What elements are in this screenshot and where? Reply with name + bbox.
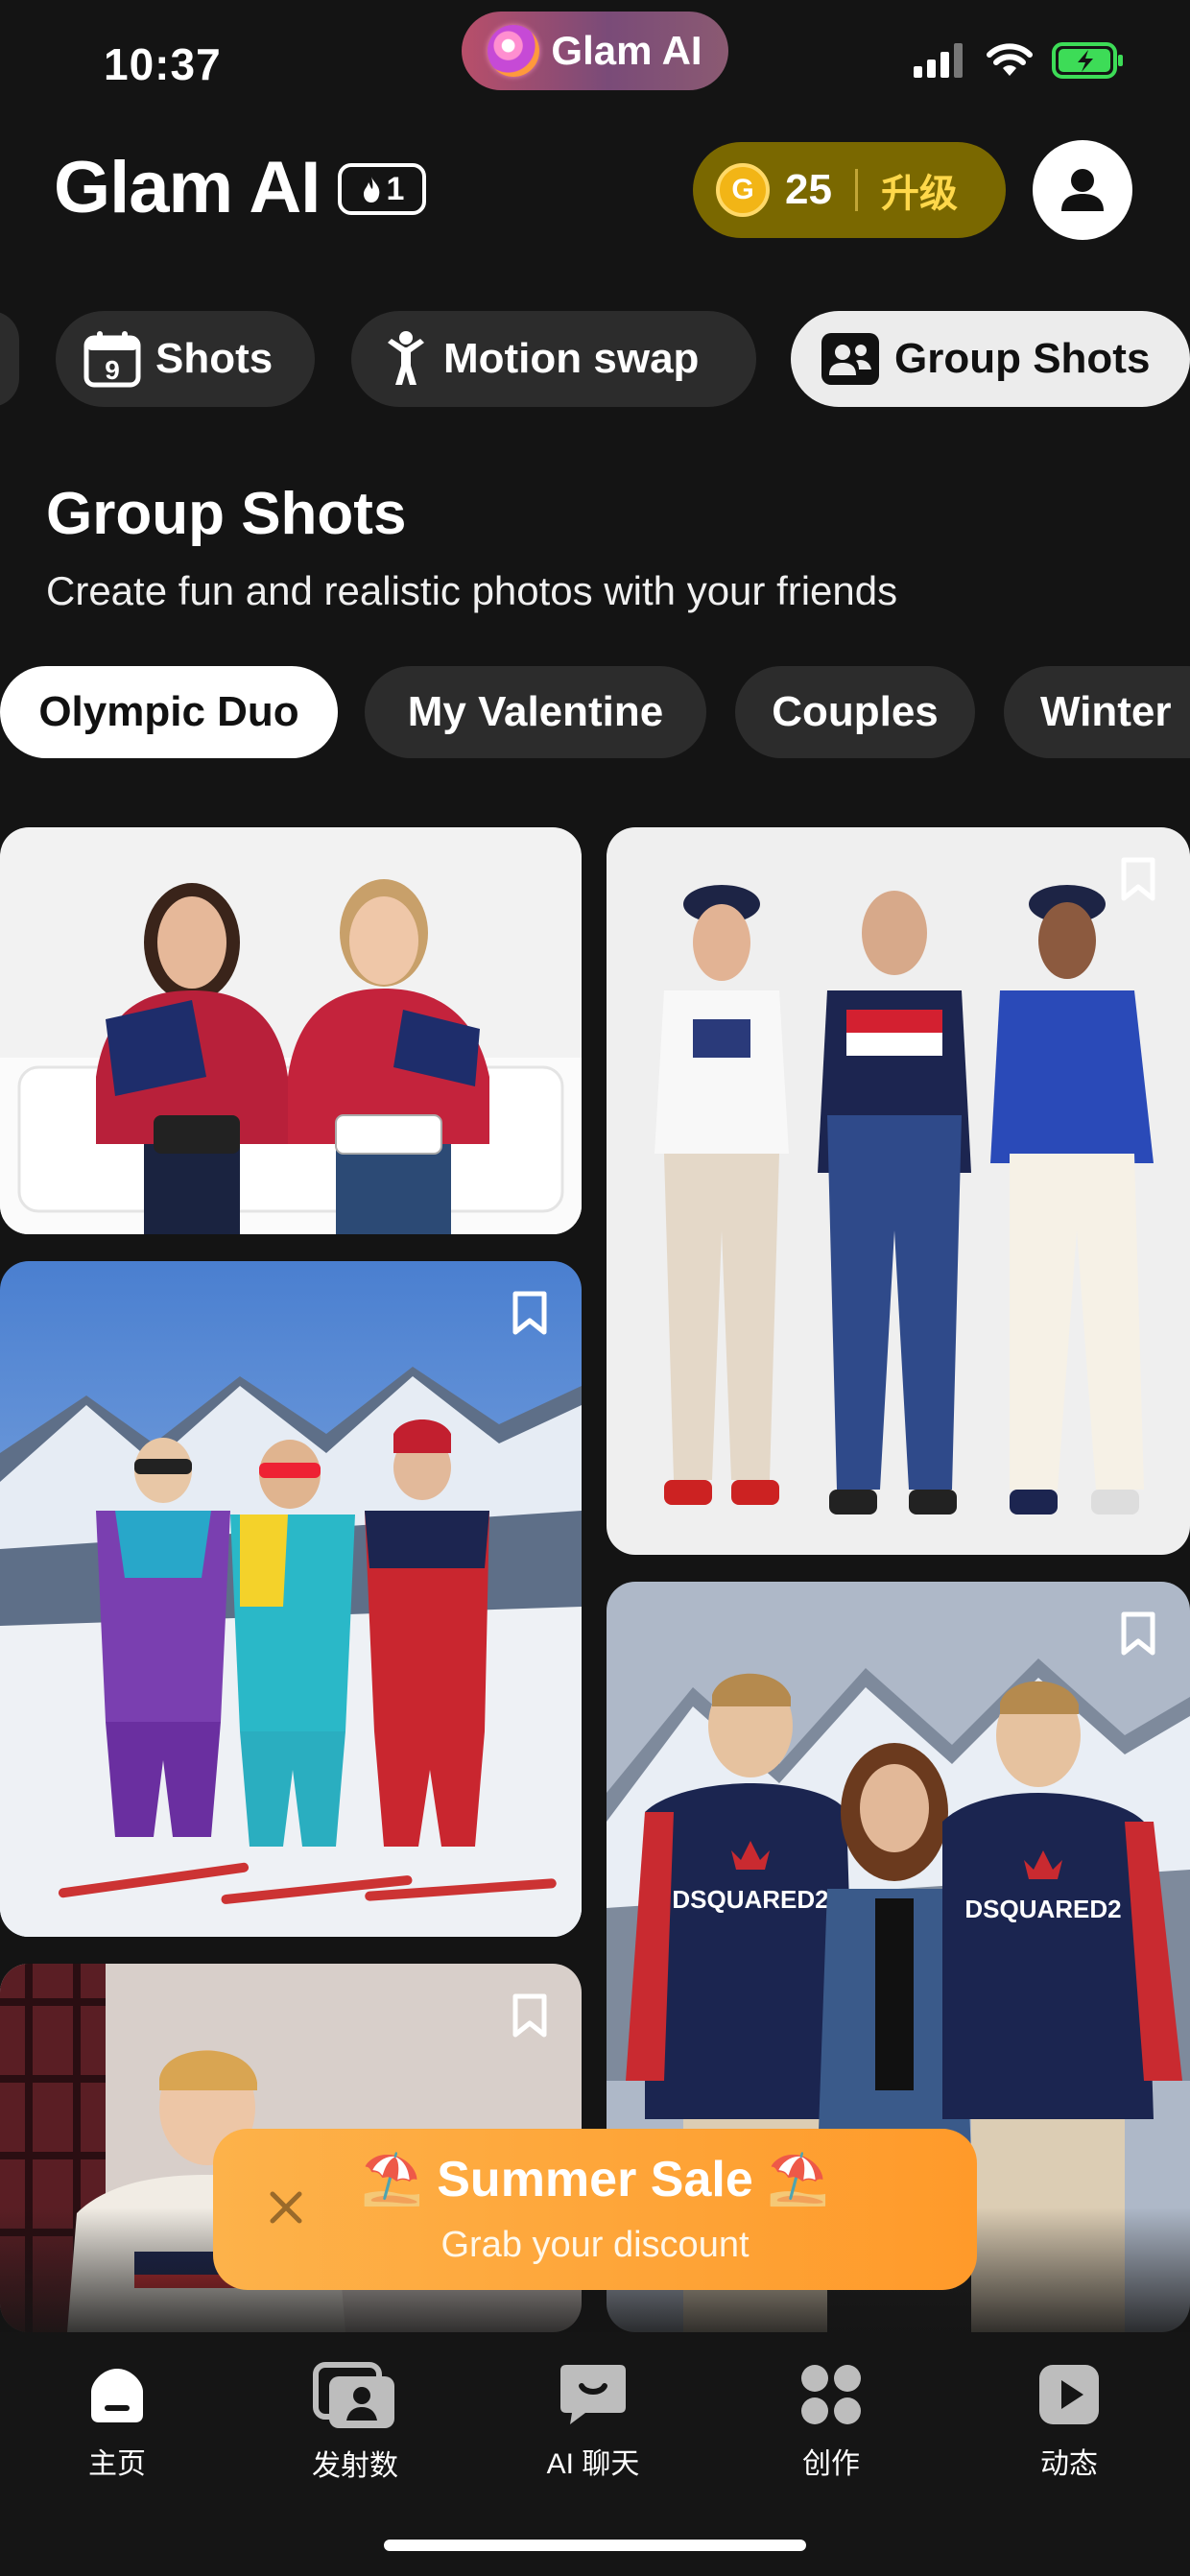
signal-icon: [914, 43, 963, 78]
wifi-icon: [987, 43, 1033, 76]
nav-home[interactable]: 主页: [40, 2361, 194, 2482]
coins-upgrade-pill[interactable]: G 25 升级: [693, 142, 1006, 238]
nav-feed[interactable]: 动态: [992, 2361, 1146, 2482]
status-icons: [914, 42, 1125, 79]
bookmark-icon[interactable]: [511, 1290, 549, 1336]
calendar-badge: 9: [105, 355, 120, 385]
group-icon: [821, 333, 879, 385]
section-subtitle: Create fun and realistic photos with you…: [46, 568, 898, 613]
create-icon: [801, 2365, 861, 2424]
card-image: [0, 1261, 582, 1937]
nav-gallery[interactable]: 发射数: [278, 2361, 432, 2484]
app-title: Glam AI: [54, 147, 321, 228]
template-card[interactable]: [0, 827, 582, 1234]
coin-count: 25: [785, 166, 832, 213]
section-title: Group Shots: [46, 481, 407, 547]
battery-icon: [1052, 42, 1123, 79]
profile-avatar-button[interactable]: [1033, 140, 1132, 240]
banner-title: ⛱️ Summer Sale ⛱️: [213, 2150, 977, 2208]
tab-group-shots-label: Group Shots: [894, 335, 1151, 382]
bookmark-icon[interactable]: [1119, 856, 1157, 902]
card-image: [607, 827, 1190, 1555]
summer-sale-banner[interactable]: ⛱️ Summer Sale ⛱️ Grab your discount: [213, 2129, 977, 2290]
template-card[interactable]: [0, 1261, 582, 1937]
dynamic-island[interactable]: Glam AI: [462, 12, 728, 90]
nav-home-label: 主页: [88, 2448, 146, 2480]
person-icon: [388, 331, 424, 385]
home-icon: [91, 2369, 143, 2422]
tab-motion-swap-label: Motion swap: [443, 335, 700, 382]
nav-ai-chat-label: AI 聊天: [546, 2448, 640, 2480]
bookmark-icon[interactable]: [511, 1992, 549, 2039]
banner-title-text: Summer Sale: [437, 2152, 753, 2207]
nav-feed-label: 动态: [1040, 2448, 1098, 2480]
template-card[interactable]: [607, 827, 1190, 1555]
chip-my-valentine[interactable]: My Valentine: [365, 666, 706, 758]
tab-previous-partial[interactable]: [0, 311, 19, 407]
glam-orb-icon: [488, 25, 540, 77]
card-image: [0, 827, 582, 1234]
chat-icon: [560, 2365, 626, 2424]
status-time: 10:37: [104, 39, 222, 89]
nav-create-label: 创作: [802, 2448, 860, 2480]
coin-icon: G: [716, 163, 770, 217]
nav-create[interactable]: 创作: [754, 2361, 908, 2482]
tab-shots-label: Shots: [155, 335, 274, 382]
gallery-icon: [313, 2362, 394, 2428]
upgrade-button[interactable]: 升级: [881, 162, 958, 218]
tab-group-shots[interactable]: Group Shots: [791, 311, 1190, 407]
pill-divider: [854, 169, 858, 211]
flame-icon: [363, 177, 379, 203]
island-label: Glam AI: [551, 28, 702, 73]
chip-olympic-duo[interactable]: Olympic Duo: [0, 666, 338, 758]
tab-shots[interactable]: 9 Shots: [56, 311, 315, 407]
play-icon: [1039, 2365, 1099, 2424]
umbrella-icon: ⛱️: [361, 2152, 423, 2207]
shirt-print-left: DSQUARED2: [672, 1885, 828, 1914]
umbrella-icon: ⛱️: [767, 2152, 829, 2207]
tab-motion-swap[interactable]: Motion swap: [351, 311, 756, 407]
calendar-icon: 9: [83, 331, 141, 388]
streak-count: 1: [386, 170, 405, 207]
user-icon: [1061, 169, 1104, 211]
home-indicator[interactable]: [384, 2540, 806, 2551]
banner-subtitle: Grab your discount: [440, 2225, 750, 2265]
nav-ai-chat[interactable]: AI 聊天: [516, 2361, 670, 2482]
chip-couples[interactable]: Couples: [735, 666, 975, 758]
nav-gallery-label: 发射数: [312, 2450, 398, 2482]
shirt-print-right: DSQUARED2: [964, 1895, 1121, 1923]
streak-badge[interactable]: 1: [338, 163, 426, 215]
bookmark-icon[interactable]: [1119, 1610, 1157, 1657]
chip-winter[interactable]: Winter: [1004, 666, 1190, 758]
